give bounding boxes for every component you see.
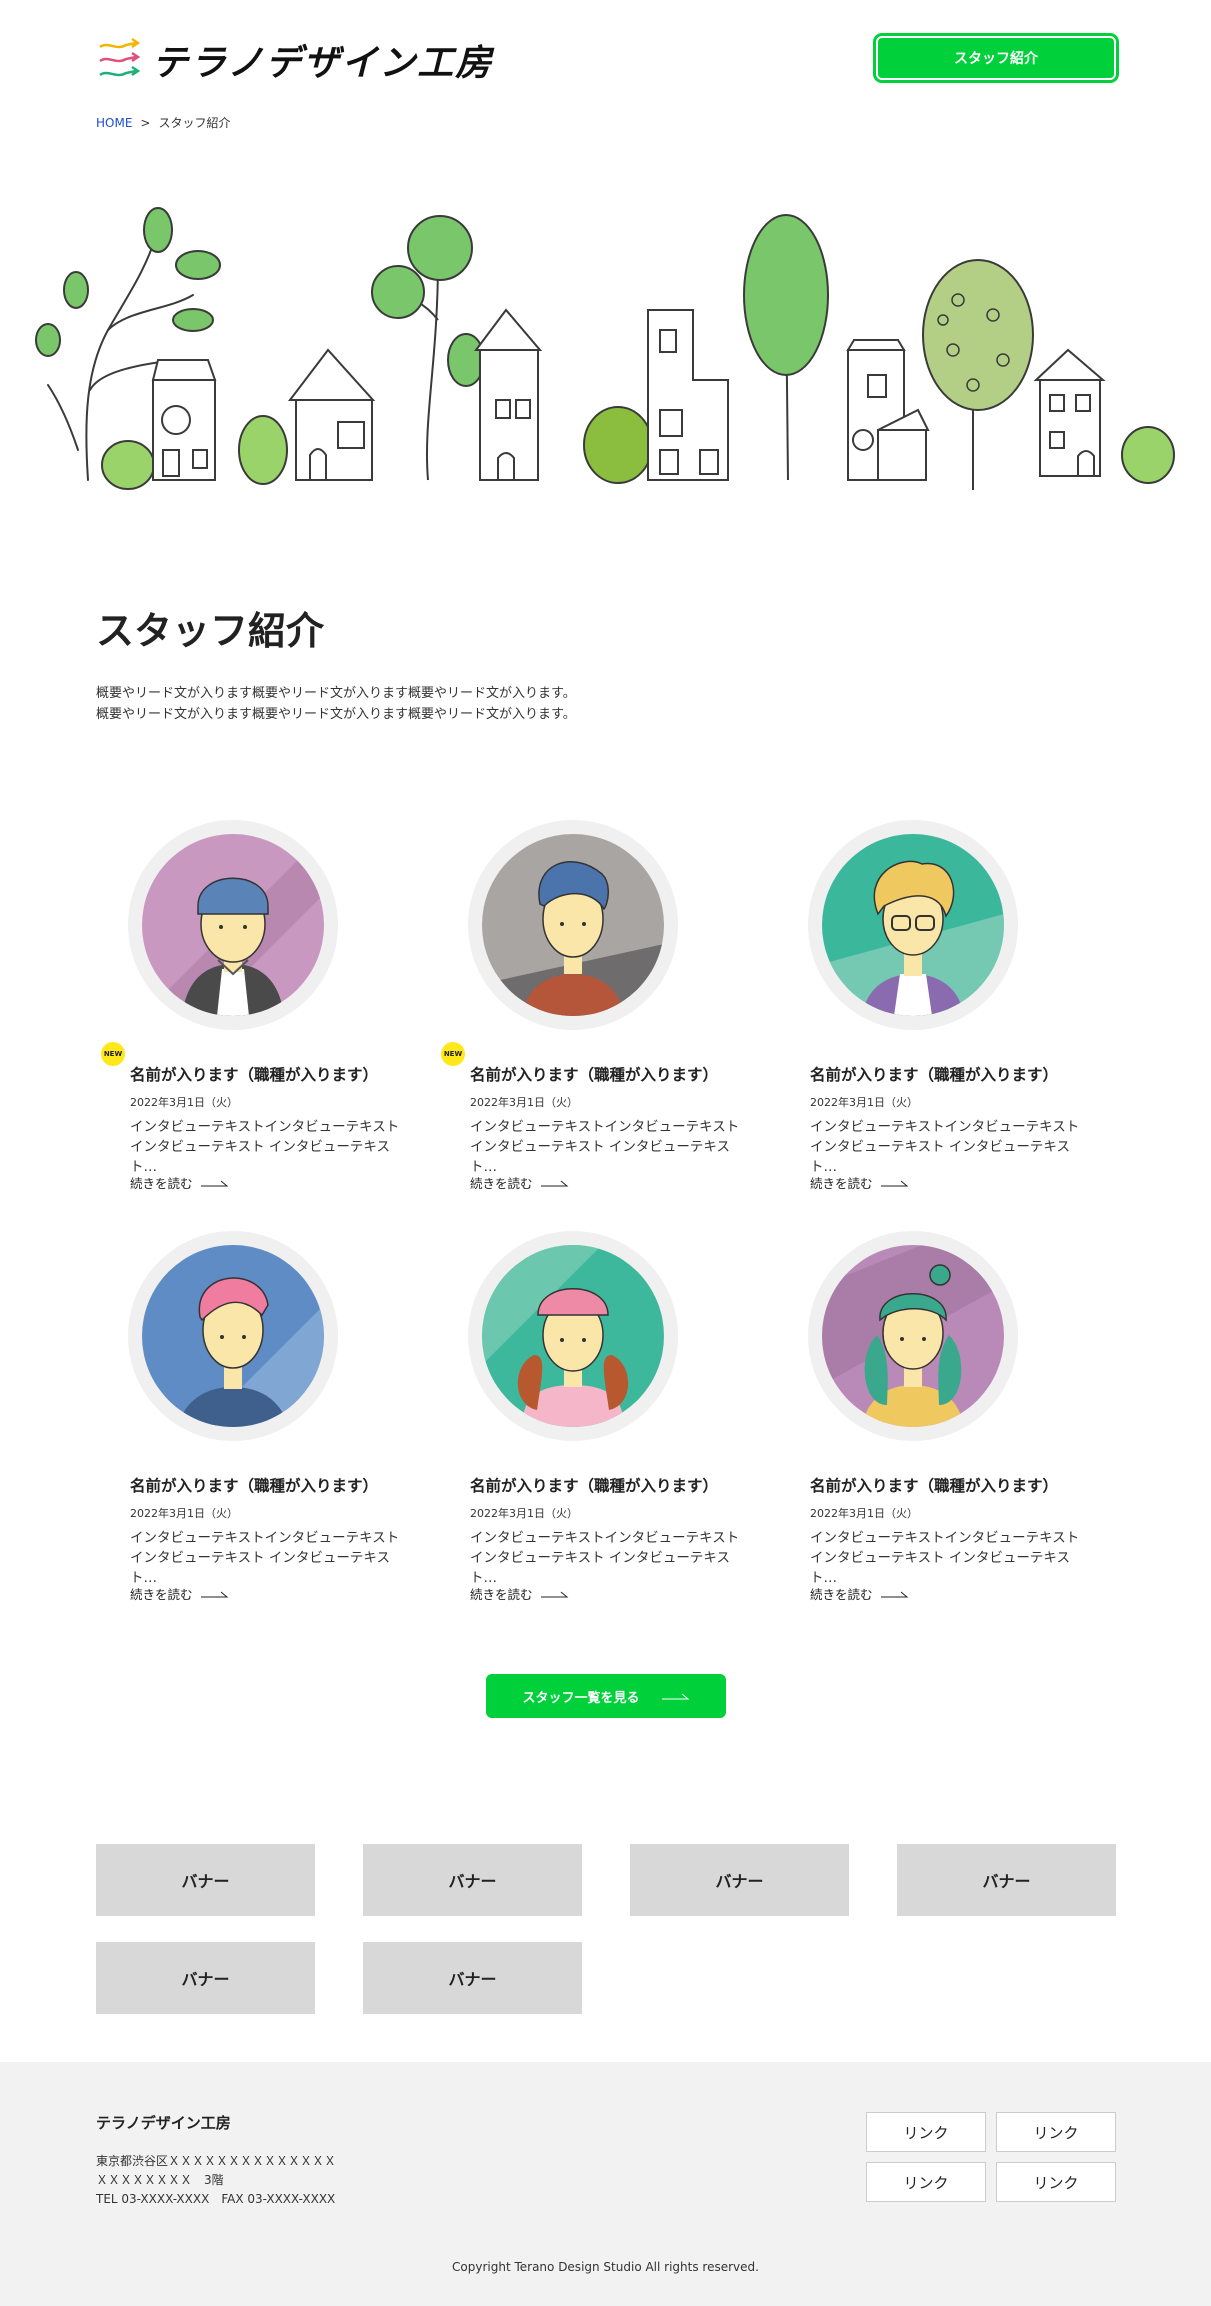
read-more-link[interactable]: 続きを読む: [130, 1173, 229, 1192]
banner-4[interactable]: バナー: [897, 1844, 1116, 1916]
breadcrumb: HOME > スタッフ紹介: [96, 114, 230, 131]
page-title: スタッフ紹介: [96, 609, 325, 653]
staff-excerpt: インタビューテキストインタビューテキストインタビューテキスト インタビューテキス…: [810, 1530, 1080, 1586]
read-more-label: 続きを読む: [130, 1176, 193, 1191]
view-all-staff-button[interactable]: スタッフ一覧を見る: [486, 1674, 726, 1718]
site-logo[interactable]: テラノデザイン工房: [96, 34, 493, 86]
read-more-label: 続きを読む: [130, 1587, 193, 1602]
banner-6[interactable]: バナー: [363, 1942, 582, 2014]
lead-line-1: 概要やリード文が入ります概要やリード文が入ります概要やリード文が入ります。: [96, 686, 576, 701]
logo-text: テラノデザイン工房: [152, 43, 494, 84]
staff-name[interactable]: 名前が入ります（職種が入ります）: [810, 1474, 1110, 1496]
logo-arrows-icon: [99, 37, 141, 77]
read-more-label: 続きを読む: [470, 1176, 533, 1191]
footer-link-2[interactable]: リンク: [996, 2112, 1116, 2152]
breadcrumb-home-link[interactable]: HOME: [96, 116, 132, 130]
staff-avatar: [482, 1245, 664, 1427]
read-more-link[interactable]: 続きを読む: [810, 1584, 909, 1603]
staff-avatar: [142, 834, 324, 1016]
breadcrumb-current: スタッフ紹介: [158, 116, 231, 130]
read-more-label: 続きを読む: [810, 1587, 873, 1602]
staff-name[interactable]: 名前が入ります（職種が入ります）: [810, 1063, 1110, 1085]
banner-5[interactable]: バナー: [96, 1942, 315, 2014]
arrow-right-icon: [200, 1591, 228, 1597]
avatar-frame: [128, 820, 338, 1030]
arrow-right-icon: [880, 1180, 908, 1186]
staff-avatar: [822, 834, 1004, 1016]
staff-date: 2022年3月1日（火）: [130, 1096, 238, 1109]
header-staff-button[interactable]: スタッフ紹介: [876, 36, 1116, 80]
staff-excerpt: インタビューテキストインタビューテキストインタビューテキスト インタビューテキス…: [130, 1530, 400, 1586]
footer-address-line-2: ＸＸＸＸＸＸＸＸ 3階: [96, 2173, 224, 2187]
site-header: テラノデザイン工房 スタッフ紹介: [0, 0, 1211, 110]
footer-tel-fax: TEL 03-XXXX-XXXX FAX 03-XXXX-XXXX: [96, 2192, 336, 2206]
lead-text: 概要やリード文が入ります概要やリード文が入ります概要やリード文が入ります。 概要…: [96, 683, 796, 725]
hero-town-illustration: [35, 207, 1175, 490]
staff-name[interactable]: 名前が入ります（職種が入ります）: [130, 1474, 430, 1496]
arrow-right-icon: [200, 1180, 228, 1186]
banner-1[interactable]: バナー: [96, 1844, 315, 1916]
staff-name[interactable]: 名前が入ります（職種が入ります）: [470, 1063, 770, 1085]
banner-3[interactable]: バナー: [630, 1844, 849, 1916]
footer-link-4[interactable]: リンク: [996, 2162, 1116, 2202]
avatar-frame: [128, 1231, 338, 1441]
staff-name[interactable]: 名前が入ります（職種が入ります）: [130, 1063, 430, 1085]
arrow-right-icon: [540, 1591, 568, 1597]
new-badge: NEW: [101, 1042, 125, 1066]
staff-avatar: [822, 1245, 1004, 1427]
staff-date: 2022年3月1日（火）: [810, 1507, 918, 1520]
footer-link-1[interactable]: リンク: [866, 2112, 986, 2152]
staff-date: 2022年3月1日（火）: [470, 1507, 578, 1520]
read-more-link[interactable]: 続きを読む: [130, 1584, 229, 1603]
staff-excerpt: インタビューテキストインタビューテキストインタビューテキスト インタビューテキス…: [810, 1119, 1080, 1175]
arrow-right-icon: [880, 1591, 908, 1597]
footer-link-3[interactable]: リンク: [866, 2162, 986, 2202]
staff-excerpt: インタビューテキストインタビューテキストインタビューテキスト インタビューテキス…: [470, 1119, 740, 1175]
arrow-right-icon: [661, 1693, 689, 1700]
read-more-link[interactable]: 続きを読む: [810, 1173, 909, 1192]
breadcrumb-separator: >: [140, 116, 151, 130]
lead-line-2: 概要やリード文が入ります概要やリード文が入ります概要やリード文が入ります。: [96, 707, 576, 722]
avatar-frame: [808, 820, 1018, 1030]
avatar-frame: [468, 1231, 678, 1441]
staff-excerpt: インタビューテキストインタビューテキストインタビューテキスト インタビューテキス…: [130, 1119, 400, 1175]
read-more-label: 続きを読む: [810, 1176, 873, 1191]
staff-date: 2022年3月1日（火）: [130, 1507, 238, 1520]
staff-date: 2022年3月1日（火）: [470, 1096, 578, 1109]
read-more-link[interactable]: 続きを読む: [470, 1173, 569, 1192]
avatar-frame: [468, 820, 678, 1030]
banner-2[interactable]: バナー: [363, 1844, 582, 1916]
staff-date: 2022年3月1日（火）: [810, 1096, 918, 1109]
avatar-frame: [808, 1231, 1018, 1441]
staff-excerpt: インタビューテキストインタビューテキストインタビューテキスト インタビューテキス…: [470, 1530, 740, 1586]
footer-address: 東京都渋谷区ＸＸＸＸＸＸＸＸＸＸＸＸＸＸ ＸＸＸＸＸＸＸＸ 3階 TEL 03-…: [96, 2152, 336, 2209]
read-more-label: 続きを読む: [470, 1587, 533, 1602]
footer-address-line-1: 東京都渋谷区ＸＸＸＸＸＸＸＸＸＸＸＸＸＸ: [96, 2154, 337, 2168]
new-badge: NEW: [441, 1042, 465, 1066]
copyright: Copyright Terano Design Studio All right…: [452, 2260, 759, 2274]
view-all-staff-label: スタッフ一覧を見る: [522, 1690, 640, 1706]
arrow-right-icon: [540, 1180, 568, 1186]
footer-company-name: テラノデザイン工房: [96, 2114, 231, 2132]
staff-name[interactable]: 名前が入ります（職種が入ります）: [470, 1474, 770, 1496]
read-more-link[interactable]: 続きを読む: [470, 1584, 569, 1603]
staff-avatar: [482, 834, 664, 1016]
staff-avatar: [142, 1245, 324, 1427]
